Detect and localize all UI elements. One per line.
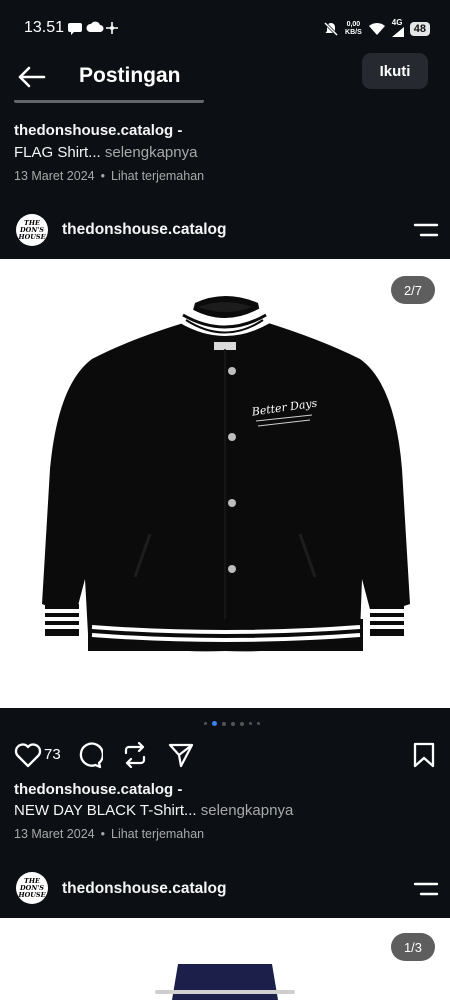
image-counter: 2/7: [391, 276, 435, 304]
back-arrow-icon[interactable]: [14, 60, 48, 94]
like-count[interactable]: 73: [44, 746, 61, 763]
save-bookmark-icon[interactable]: [412, 741, 436, 769]
network-speed-unit: KB/S: [345, 28, 362, 36]
signal-icon: [391, 27, 404, 37]
battery-indicator: 48: [409, 21, 430, 36]
post-meta: 13 Maret 2024 • Lihat terjemahan: [14, 827, 204, 841]
carousel-dot: [204, 722, 207, 725]
page-title: Postingan: [79, 64, 181, 87]
prev-caption: FLAG Shirt... selengkapnya: [14, 144, 197, 161]
network-type: 4G: [391, 18, 404, 39]
home-indicator[interactable]: [155, 990, 295, 994]
network-speed-value: 0,00: [346, 20, 361, 28]
caption-text: NEW DAY BLACK T-Shirt...: [14, 802, 197, 819]
next-image-counter: 1/3: [391, 933, 435, 961]
translate-link[interactable]: Lihat terjemahan: [111, 827, 204, 841]
carousel-dots: [204, 721, 260, 726]
prev-translate-link[interactable]: Lihat terjemahan: [111, 169, 204, 183]
caption: NEW DAY BLACK T-Shirt... selengkapnya: [14, 802, 293, 819]
next-post-username[interactable]: thedonshouse.catalog: [62, 880, 227, 898]
cut-off-text: [14, 100, 234, 106]
prev-caption-username[interactable]: thedonshouse.catalog -: [14, 122, 182, 139]
next-post-image[interactable]: [0, 918, 450, 1000]
repost-icon[interactable]: [121, 741, 149, 769]
post-image[interactable]: Better Days: [0, 259, 450, 708]
carousel-dot: [249, 722, 252, 725]
more-options-icon[interactable]: [413, 221, 439, 239]
next-avatar[interactable]: THE DON'S HOUSE: [16, 872, 48, 904]
prev-separator: •: [100, 169, 105, 183]
network-type-label: 4G: [391, 18, 403, 27]
comment-icon[interactable]: [75, 741, 103, 769]
status-time: 13.51: [24, 19, 65, 36]
follow-button[interactable]: Ikuti: [362, 53, 428, 89]
prev-meta: 13 Maret 2024 • Lihat terjemahan: [14, 169, 204, 183]
prev-caption-text: FLAG Shirt...: [14, 144, 101, 161]
wifi-icon: [368, 22, 385, 35]
prev-more-link[interactable]: selengkapnya: [101, 144, 198, 161]
carousel-dot: [222, 721, 226, 726]
prev-date: 13 Maret 2024: [14, 169, 95, 183]
post-date: 13 Maret 2024: [14, 827, 95, 841]
next-avatar-text-3: HOUSE: [18, 890, 46, 899]
share-icon[interactable]: [167, 741, 195, 769]
notification-icons: [68, 20, 122, 39]
avatar[interactable]: THE DON'S HOUSE: [16, 214, 48, 246]
carousel-dot: [240, 721, 244, 726]
next-image-content: [172, 964, 278, 1000]
jacket-image: Better Days: [42, 296, 410, 652]
carousel-dot-active: [212, 721, 217, 726]
next-more-options-icon[interactable]: [413, 880, 439, 898]
status-right-group: 0,00 KB/S 4G 48: [323, 18, 430, 39]
status-bar: 13.51 0,00 KB/S 4G 48: [0, 0, 450, 56]
more-link[interactable]: selengkapnya: [197, 802, 294, 819]
carousel-dot: [231, 721, 235, 726]
post-username[interactable]: thedonshouse.catalog: [62, 221, 227, 239]
heart-icon[interactable]: [14, 742, 42, 768]
network-speed: 0,00 KB/S: [345, 21, 362, 37]
carousel-dot: [257, 722, 260, 725]
notification-app-icons: [68, 21, 118, 35]
caption-username[interactable]: thedonshouse.catalog -: [14, 781, 182, 798]
mute-bell-icon: [323, 21, 339, 36]
avatar-text-3: HOUSE: [18, 232, 46, 241]
post-separator: •: [100, 827, 105, 841]
